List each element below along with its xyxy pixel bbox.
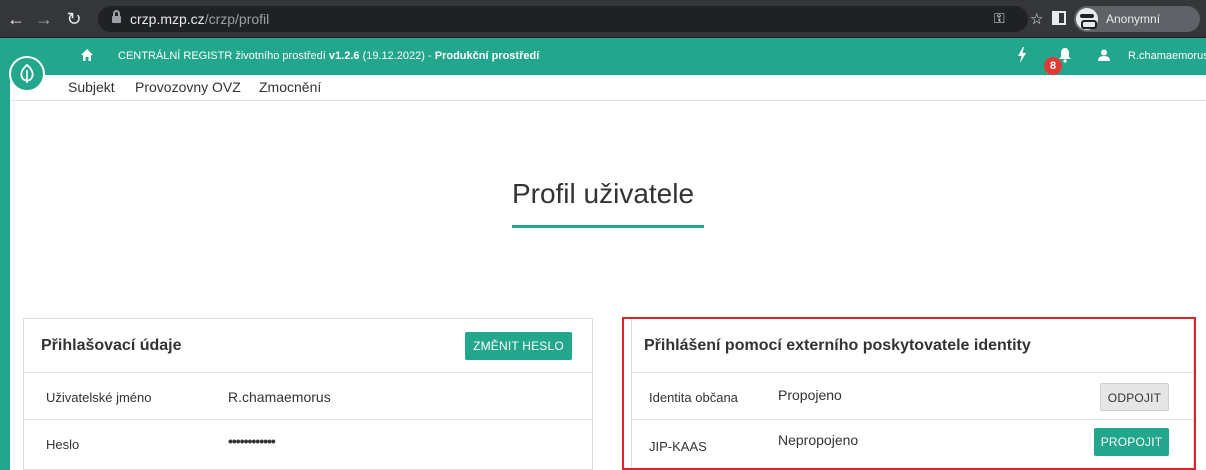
- header-username[interactable]: R.chamaemorus: [1128, 50, 1206, 62]
- title-underline: [512, 225, 704, 228]
- sub-navigation: Subjekt Provozovny OVZ Zmocnění: [10, 75, 1206, 101]
- red-highlight-frame: [622, 317, 1196, 470]
- app-environment: Produkční prostředí: [434, 50, 540, 62]
- password-value: ••••••••••••: [228, 433, 276, 449]
- username-label: Uživatelské jméno: [46, 390, 152, 405]
- key-icon[interactable]: ⚿: [994, 10, 1005, 27]
- star-icon[interactable]: ☆: [1030, 10, 1043, 28]
- page-title: Profil uživatele: [511, 178, 695, 209]
- app-header: CENTRÁLNÍ REGISTR životního prostředí v1…: [0, 38, 1206, 75]
- subnav-item-subjekt[interactable]: Subjekt: [68, 79, 115, 95]
- url-text: crzp.mzp.cz/crzp/profil: [130, 11, 269, 27]
- app-version: v1.2.6: [328, 50, 360, 62]
- leaf-logo-icon: [20, 64, 34, 83]
- side-panel-icon[interactable]: [1052, 11, 1066, 25]
- back-arrow-icon[interactable]: ←: [6, 9, 26, 29]
- change-password-button[interactable]: ZMĚNIT HESLO: [465, 332, 572, 360]
- forward-arrow-icon[interactable]: →: [34, 9, 54, 29]
- login-card-header: Přihlašovací údaje ZMĚNIT HESLO: [24, 319, 592, 373]
- home-icon[interactable]: [80, 48, 94, 62]
- app-title-prefix: CENTRÁLNÍ REGISTR životního prostředí: [118, 50, 326, 62]
- address-bar[interactable]: crzp.mzp.cz/crzp/profil ⚿: [98, 6, 1028, 32]
- incognito-profile-button[interactable]: Anonymní: [1074, 6, 1200, 32]
- login-credentials-card: Přihlašovací údaje ZMĚNIT HESLO Uživatel…: [23, 318, 593, 470]
- lock-icon: [112, 10, 121, 24]
- subnav-item-provozovny-ovz[interactable]: Provozovny OVZ: [135, 79, 241, 95]
- profile-label: Anonymní: [1106, 12, 1161, 26]
- url-path: /crzp/profil: [204, 11, 270, 27]
- reload-icon[interactable]: ↻: [64, 9, 84, 29]
- password-label: Heslo: [46, 437, 80, 452]
- lightning-icon[interactable]: [1017, 47, 1027, 63]
- table-row: Uživatelské jméno R.chamaemorus: [24, 373, 592, 420]
- subnav-item-zmocneni[interactable]: Zmocnění: [259, 79, 321, 95]
- notification-badge: 8: [1044, 57, 1062, 75]
- login-card-title: Přihlašovací údaje: [41, 337, 182, 354]
- url-host: crzp.mzp.cz: [130, 11, 205, 27]
- table-row: Heslo ••••••••••••: [24, 420, 592, 467]
- app-version-date: (19.12.2022) -: [362, 50, 432, 62]
- username-value: R.chamaemorus: [228, 389, 331, 405]
- left-accent-rail: [0, 38, 10, 470]
- user-icon[interactable]: [1098, 49, 1110, 61]
- app-title: CENTRÁLNÍ REGISTR životního prostředí v1…: [118, 50, 539, 62]
- incognito-icon: [1076, 8, 1098, 30]
- browser-toolbar: ← → ↻ crzp.mzp.cz/crzp/profil ⚿ ☆ Anonym…: [0, 0, 1206, 38]
- app-logo[interactable]: [9, 56, 45, 92]
